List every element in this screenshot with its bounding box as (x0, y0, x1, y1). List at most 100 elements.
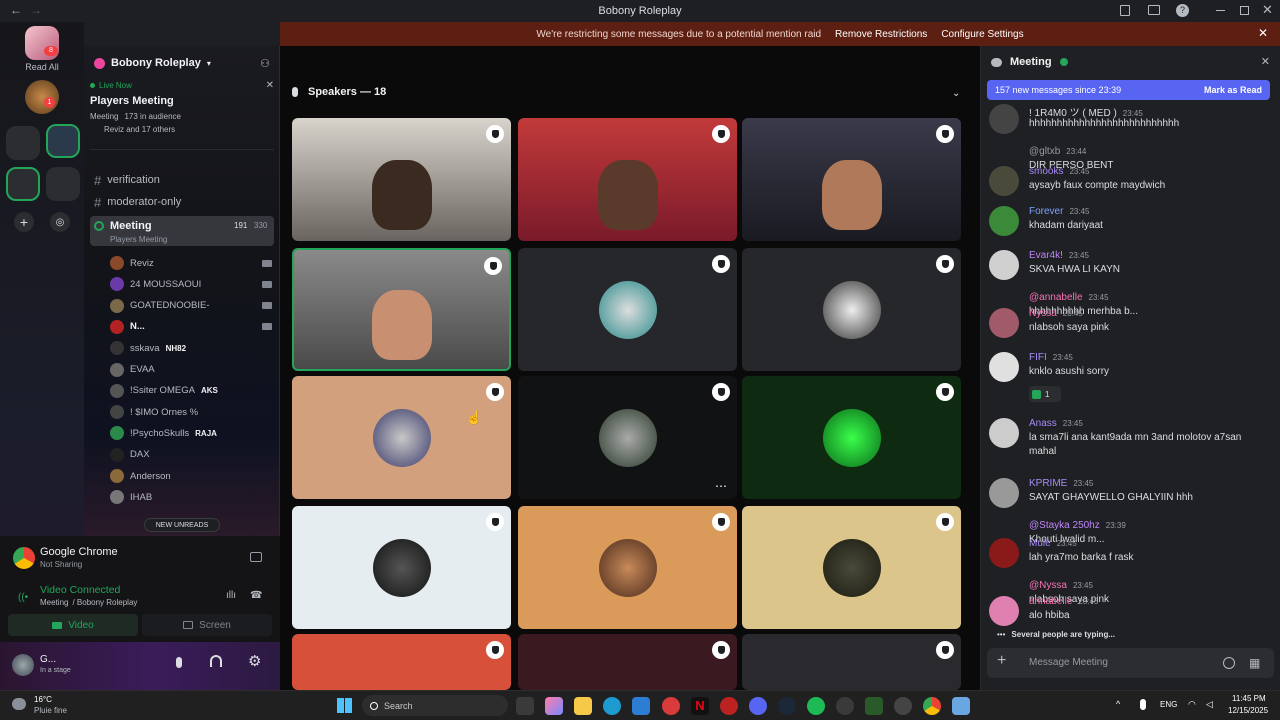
message-author[interactable]: KPRIME 23:45 (1029, 478, 1093, 489)
terminal-icon[interactable] (865, 697, 883, 715)
message-author[interactable]: @annabelle 23:45 (1029, 292, 1109, 303)
voice-member[interactable]: Reviz (110, 254, 272, 272)
app-dark-icon[interactable] (894, 697, 912, 715)
xbox-icon[interactable] (836, 697, 854, 715)
discover-icon[interactable]: ◎ (50, 212, 70, 232)
voice-member[interactable]: 24 MOUSSAOUI (110, 275, 272, 293)
speaker-avatar-tile[interactable] (742, 376, 961, 499)
voice-member[interactable]: !Ssiter OMEGA AKS (110, 382, 272, 400)
speaker-avatar-tile[interactable] (742, 506, 961, 629)
settings-gear-icon[interactable]: ⚙ (248, 652, 261, 670)
emoji-icon[interactable] (1223, 657, 1235, 669)
message-avatar[interactable] (989, 250, 1019, 280)
banner-close-icon[interactable]: ✕ (1258, 26, 1268, 40)
author-name[interactable]: KPRIME (1029, 478, 1067, 489)
chat-message[interactable]: FIFI 23:45 knklo asushi sorry (989, 352, 1273, 382)
volume-icon[interactable]: ◁ (1206, 699, 1213, 710)
headphones-icon[interactable] (210, 655, 222, 667)
channel-moderator-only[interactable]: # moderator-only (94, 192, 274, 212)
message-avatar[interactable] (989, 166, 1019, 196)
chat-message[interactable]: Forever 23:45 khadam dariyaat (989, 206, 1273, 236)
server-folder-3[interactable] (46, 167, 80, 201)
author-name[interactable]: Anass (1029, 418, 1057, 429)
speaker-avatar-tile[interactable] (518, 248, 737, 371)
message-avatar[interactable] (989, 596, 1019, 626)
server-folder-2[interactable] (6, 167, 40, 201)
screen-icon[interactable] (1148, 5, 1160, 15)
message-author[interactable]: @Nyssa 23:45 (1029, 580, 1093, 591)
signal-icon[interactable]: ((• (18, 592, 28, 603)
voice-channel-meeting[interactable]: Meeting Players Meeting 191 330 (90, 216, 274, 246)
share-stream-icon[interactable] (250, 552, 262, 562)
language-indicator[interactable]: ENG (1160, 700, 1177, 709)
message-author[interactable]: Mule 23:45 (1029, 538, 1077, 549)
chat-message[interactable]: Nyssa 23:45 nlabsoh saya pink (989, 308, 1273, 338)
message-avatar[interactable] (989, 206, 1019, 236)
steam-icon[interactable] (778, 697, 796, 715)
store-icon[interactable] (632, 697, 650, 715)
reaction-chip[interactable]: 1 (1029, 386, 1061, 402)
message-author[interactable]: annabelle 23:45 (1029, 596, 1098, 607)
server-header[interactable]: Bobony Roleplay ▾ ⚇ (94, 54, 270, 72)
speaker-avatar-tile[interactable] (292, 506, 511, 629)
chat-message[interactable]: annabelle 23:45 alo hbiba (989, 596, 1273, 626)
author-name[interactable]: FIFI (1029, 352, 1047, 363)
chat-message[interactable]: ! 1R4M0 ツ ( MED ) 23:45 hhhhhhhhhhhhhhhhhh… (989, 104, 1273, 134)
close-chat-icon[interactable]: ✕ (1261, 55, 1270, 68)
message-avatar[interactable] (989, 308, 1019, 338)
new-unreads-pill[interactable]: NEW UNREADS (144, 518, 220, 532)
speaker-video-tile[interactable] (742, 118, 961, 241)
speaker-avatar-tile[interactable] (518, 634, 737, 690)
voice-member[interactable]: EVAA (110, 361, 272, 379)
spotify-icon[interactable] (807, 697, 825, 715)
message-avatar[interactable] (989, 478, 1019, 508)
notepad-icon[interactable] (952, 697, 970, 715)
speaker-avatar-tile[interactable] (292, 376, 511, 499)
microphone-icon[interactable] (176, 657, 182, 668)
wifi-icon[interactable]: ◠ (1188, 699, 1196, 710)
author-name[interactable]: smooks (1029, 166, 1063, 177)
message-author[interactable]: @Stayka 250hz 23:39 (1029, 520, 1126, 531)
message-avatar[interactable] (989, 418, 1019, 448)
minimize-icon[interactable] (1216, 10, 1225, 11)
live-event-card[interactable]: Live Now ✕ Players Meeting Meeting 173 i… (90, 80, 274, 150)
author-name[interactable]: @Nyssa (1029, 580, 1067, 591)
author-name[interactable]: annabelle (1029, 596, 1072, 607)
speaker-video-tile[interactable] (292, 248, 511, 371)
read-all-label[interactable]: Read All (0, 62, 84, 72)
voice-member[interactable]: sskava NH82 (110, 339, 272, 357)
app-red-icon[interactable] (662, 697, 680, 715)
disconnect-icon[interactable]: ☎ (250, 590, 262, 601)
close-window-icon[interactable]: ✕ (1262, 2, 1273, 18)
server-icon-1[interactable] (25, 80, 59, 114)
voice-member[interactable]: ! $IMO Ornes % (110, 403, 272, 421)
maximize-icon[interactable] (1240, 6, 1249, 15)
chat-message[interactable]: Anass 23:45 la sma7li ana kant9ada mn 3and… (989, 418, 1273, 464)
voice-member[interactable]: Anderson (110, 467, 272, 485)
tray-chevron-icon[interactable]: ^ (1116, 699, 1120, 709)
message-avatar[interactable] (989, 352, 1019, 382)
message-author[interactable]: Anass 23:45 (1029, 418, 1083, 429)
speaker-video-tile[interactable] (518, 118, 737, 241)
message-avatar[interactable] (989, 104, 1019, 134)
message-author[interactable]: Forever 23:45 (1029, 206, 1089, 217)
remove-restrictions-link[interactable]: Remove Restrictions (835, 29, 927, 40)
voice-member[interactable]: IHAB (110, 488, 272, 506)
author-name[interactable]: Forever (1029, 206, 1063, 217)
file-explorer-icon[interactable] (574, 697, 592, 715)
message-author[interactable]: Nyssa 23:45 (1029, 308, 1083, 319)
clock-time[interactable]: 11:45 PM (1232, 694, 1266, 703)
chat-message[interactable]: KPRIME 23:45 SAYAT GHAYWELLO GHALYIIN hhh (989, 478, 1273, 508)
start-windows-icon[interactable] (337, 698, 352, 713)
channel-verification[interactable]: # verification (94, 170, 274, 190)
video-button[interactable]: Video (8, 614, 138, 636)
speaker-avatar-tile[interactable] (518, 506, 737, 629)
netflix-icon[interactable]: N (691, 697, 709, 715)
tray-mic-icon[interactable] (1140, 699, 1146, 710)
clock-date[interactable]: 12/15/2025 (1228, 706, 1268, 715)
message-avatar[interactable] (989, 538, 1019, 568)
mark-read-link[interactable]: Mark as Read (1204, 85, 1262, 95)
configure-settings-link[interactable]: Configure Settings (941, 29, 1023, 40)
close-event-icon[interactable]: ✕ (266, 80, 274, 91)
add-server-icon[interactable]: + (14, 212, 34, 232)
